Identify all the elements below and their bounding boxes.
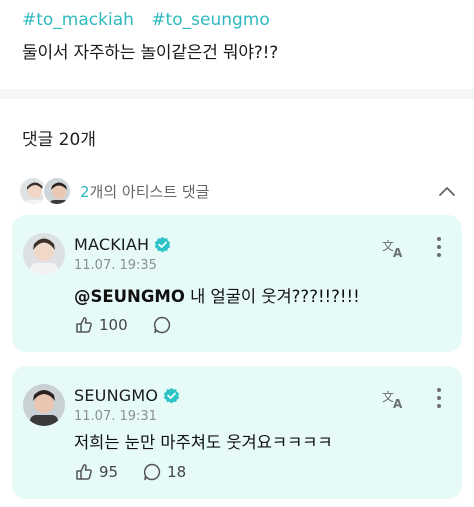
comment-author[interactable]: MACKIAH	[74, 235, 171, 254]
comment-author[interactable]: SEUNGMO	[74, 386, 180, 405]
comment-body: 내 얼굴이 웃겨???!!?!!!	[184, 287, 360, 306]
artist-comments-count: 2	[80, 182, 90, 201]
reply-icon	[144, 463, 161, 481]
hashtag-link[interactable]: #to_seungmo	[151, 10, 269, 30]
more-options-icon[interactable]	[436, 388, 442, 408]
avatar	[42, 176, 72, 206]
chevron-up-icon[interactable]	[436, 180, 458, 202]
reply-button[interactable]: 18	[142, 462, 186, 482]
verified-badge-icon	[155, 236, 171, 253]
comment-time: 11.07. 19:35	[74, 258, 157, 273]
svg-text:A: A	[393, 397, 403, 410]
artist-comments-text: 개의 아티스트 댓글	[89, 182, 210, 201]
artist-avatars	[18, 176, 72, 206]
comment-actions: 95 18	[74, 462, 210, 482]
like-icon	[76, 464, 92, 480]
translate-icon[interactable]: 文 A	[382, 388, 406, 410]
verified-badge-icon	[164, 387, 180, 404]
section-divider	[0, 89, 474, 99]
author-name[interactable]: SEUNGMO	[74, 386, 158, 405]
reply-count: 18	[167, 463, 187, 481]
comment-actions: 100	[74, 315, 201, 335]
author-name[interactable]: MACKIAH	[74, 235, 149, 254]
mention-link[interactable]: @SEUNGMO	[74, 287, 185, 306]
hashtags: #to_mackiah #to_seungmo	[22, 10, 464, 30]
artist-comments-label: 2개의 아티스트 댓글	[80, 181, 209, 202]
avatar[interactable]	[23, 233, 65, 275]
more-options-icon[interactable]	[436, 237, 442, 257]
reply-button[interactable]	[152, 315, 177, 335]
comment-text: 저희는 눈만 마주쳐도 웃겨요ㅋㅋㅋㅋ	[74, 429, 333, 453]
like-button[interactable]: 95	[74, 462, 118, 482]
comment-text: @SEUNGMO 내 얼굴이 웃겨???!!?!!!	[74, 283, 360, 307]
comment-card: MACKIAH 11.07. 19:35 文 A @SEUNGMO 내 얼굴이 …	[12, 215, 462, 352]
comment-time: 11.07. 19:31	[74, 409, 157, 424]
comments-count-title: 댓글 20개	[22, 130, 96, 150]
post-text: 둘이서 자주하는 놀이같은건 뭐야?!?	[22, 43, 279, 63]
post-content: #to_mackiah #to_seungmo 둘이서 자주하는 놀이같은건 뭐…	[22, 10, 464, 63]
comment-card: SEUNGMO 11.07. 19:31 文 A 저희는 눈만 마주쳐도 웃겨요…	[12, 366, 462, 499]
svg-text:A: A	[393, 246, 403, 259]
like-button[interactable]: 100	[74, 315, 128, 335]
reply-icon	[153, 316, 170, 334]
avatar[interactable]	[23, 384, 65, 426]
like-count: 100	[99, 316, 128, 334]
translate-icon[interactable]: 文 A	[382, 237, 406, 259]
comment-body: 저희는 눈만 마주쳐도 웃겨요ㅋㅋㅋㅋ	[74, 433, 333, 452]
hashtag-link[interactable]: #to_mackiah	[22, 10, 134, 30]
artist-comments-toggle[interactable]: 2개의 아티스트 댓글	[18, 175, 458, 207]
like-icon	[76, 317, 92, 333]
like-count: 95	[99, 463, 119, 481]
